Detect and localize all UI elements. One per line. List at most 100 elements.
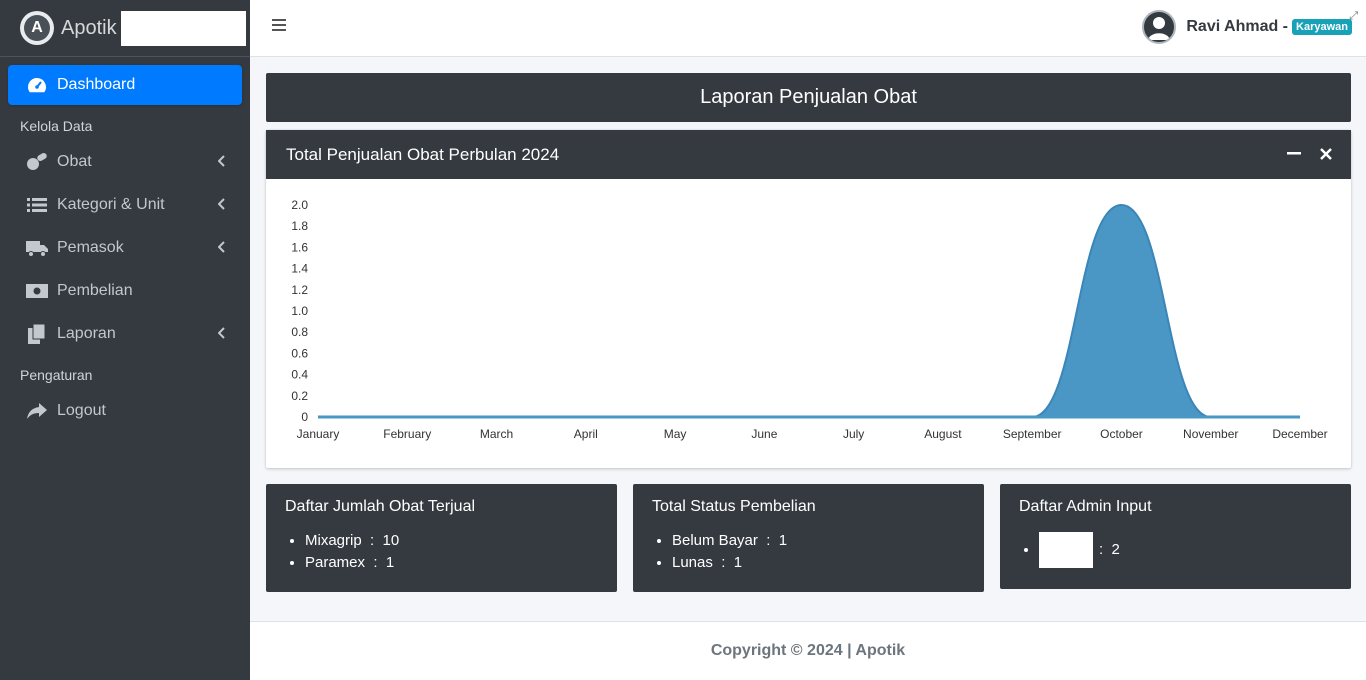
x-tick-label: October — [1100, 427, 1143, 441]
card-title: Daftar Admin Input — [1019, 498, 1152, 515]
main-content: Laporan Penjualan Obat Total Penjualan O… — [266, 73, 1351, 592]
y-tick-label: 0.6 — [291, 346, 308, 360]
sidebar-item-label: Pemasok — [57, 239, 124, 256]
chevron-left-icon — [217, 240, 226, 258]
sidebar-item-obat[interactable]: Obat — [8, 142, 242, 182]
item-sep: : — [766, 532, 771, 549]
y-tick-label: 1.2 — [291, 283, 308, 297]
user-name: Ravi Ahmad - — [1186, 18, 1289, 35]
data-point[interactable] — [761, 414, 767, 420]
data-point[interactable] — [672, 414, 678, 420]
summary-row: Daftar Jumlah Obat Terjual Mixagrip : 10… — [266, 484, 1351, 592]
nav-header-kelola-data: Kelola Data — [20, 118, 93, 134]
chart-area: 0 0.2 0.4 0.6 0.8 1.0 1.2 1.4 1.6 1.8 2.0 January Fe… — [266, 179, 1351, 468]
item-label: Mixagrip — [305, 532, 362, 549]
list-item: : 2 — [1039, 532, 1332, 568]
item-label: Lunas — [672, 554, 713, 571]
expand-icon[interactable]: ⤢ — [1349, 10, 1358, 23]
x-tick-label: July — [843, 427, 864, 441]
data-point[interactable] — [940, 414, 946, 420]
list-item: Paramex : 1 — [305, 554, 598, 571]
y-tick-label: 2.0 — [291, 198, 308, 212]
y-tick-label: 0.4 — [291, 368, 308, 382]
card-admin-input: Daftar Admin Input : 2 — [1000, 484, 1351, 589]
sidebar-item-pembelian[interactable]: Pembelian — [8, 271, 242, 311]
sidebar-item-logout[interactable]: Logout — [8, 391, 242, 431]
card-list: : 2 — [1019, 532, 1332, 568]
item-sep: : — [721, 554, 726, 571]
chevron-left-icon — [217, 154, 226, 172]
y-tick-label: 1.8 — [291, 219, 308, 233]
y-tick-label: 0.8 — [291, 325, 308, 339]
item-value: 1 — [733, 554, 743, 571]
chart-svg: 0 0.2 0.4 0.6 0.8 1.0 1.2 1.4 1.6 1.8 2.0 January Fe… — [291, 198, 1327, 441]
minimize-icon[interactable] — [1285, 145, 1303, 163]
close-icon[interactable] — [1317, 145, 1335, 163]
topbar: Ravi Ahmad - Karyawan ⤢ — [250, 0, 1366, 57]
item-label: Belum Bayar — [672, 532, 758, 549]
item-value: 1 — [385, 554, 395, 571]
pills-icon — [26, 152, 48, 172]
sidebar-nav: Dashboard Kelola Data Obat Kategori & Un… — [0, 57, 250, 431]
sidebar-item-pemasok[interactable]: Pemasok — [8, 228, 242, 268]
y-tick-label: 1.6 — [291, 240, 308, 254]
sidebar-item-label: Dashboard — [57, 76, 136, 93]
chart-card-header: Total Penjualan Obat Perbulan 2024 — [266, 130, 1351, 179]
card-obat-terjual: Daftar Jumlah Obat Terjual Mixagrip : 10… — [266, 484, 617, 592]
sidebar-item-label: Laporan — [57, 325, 116, 342]
brand[interactable]: A Apotik — [0, 0, 250, 57]
redacted-admin-name — [1039, 532, 1093, 568]
sidebar-item-label: Logout — [57, 402, 106, 419]
page-title: Laporan Penjualan Obat — [266, 73, 1351, 122]
y-tick-label: 1.0 — [291, 304, 308, 318]
y-tick-label: 0.2 — [291, 389, 308, 403]
list-item: Mixagrip : 10 — [305, 532, 598, 549]
list-item: Lunas : 1 — [672, 554, 965, 571]
x-tick-label: January — [297, 427, 340, 441]
sidebar-item-laporan[interactable]: Laporan — [8, 314, 242, 354]
user-menu[interactable]: Ravi Ahmad - Karyawan — [1142, 10, 1352, 44]
share-icon — [26, 401, 48, 421]
x-tick-label: November — [1183, 427, 1238, 441]
sidebar-item-kategori-unit[interactable]: Kategori & Unit — [8, 185, 242, 225]
sidebar-item-label: Pembelian — [57, 282, 133, 299]
series-area — [317, 203, 1300, 419]
truck-icon — [26, 238, 48, 258]
item-sep: : — [373, 554, 378, 571]
item-sep: : — [1099, 540, 1104, 558]
card-title: Total Status Pembelian — [652, 498, 816, 515]
item-value: 1 — [778, 532, 788, 549]
hamburger-menu-icon[interactable] — [272, 18, 292, 38]
item-sep: : — [370, 532, 375, 549]
data-point[interactable] — [1208, 414, 1214, 420]
sidebar-item-dashboard[interactable]: Dashboard — [8, 65, 242, 105]
x-tick-label: September — [1003, 427, 1062, 441]
chevron-left-icon — [217, 326, 226, 344]
money-bill-icon — [26, 281, 48, 301]
sidebar: A Apotik Dashboard Kelola Data Obat Kate… — [0, 0, 250, 680]
item-value: 2 — [1111, 540, 1120, 558]
x-tick-label: March — [480, 427, 513, 441]
x-tick-label: August — [924, 427, 962, 441]
data-point[interactable] — [494, 414, 500, 420]
y-tick-label: 1.4 — [291, 262, 308, 276]
item-label: Paramex — [305, 554, 366, 571]
x-tick-label: December — [1272, 427, 1327, 441]
tachometer-icon — [26, 75, 48, 95]
card-status-pembelian: Total Status Pembelian Belum Bayar : 1 L… — [633, 484, 984, 592]
card-title: Daftar Jumlah Obat Terjual — [285, 498, 476, 515]
data-point[interactable] — [1297, 414, 1303, 420]
item-value: 10 — [382, 532, 400, 549]
data-point[interactable] — [851, 414, 857, 420]
data-point[interactable] — [1118, 202, 1124, 208]
footer: Copyright © 2024 | Apotik — [250, 621, 1366, 680]
x-tick-label: April — [574, 427, 598, 441]
data-point[interactable] — [1029, 414, 1035, 420]
data-point[interactable] — [404, 414, 410, 420]
brand-logo-icon: A — [20, 11, 54, 45]
copy-icon — [26, 324, 48, 344]
sidebar-item-label: Obat — [57, 153, 92, 170]
chevron-left-icon — [217, 197, 226, 215]
data-point[interactable] — [583, 414, 589, 420]
data-point[interactable] — [315, 414, 321, 420]
